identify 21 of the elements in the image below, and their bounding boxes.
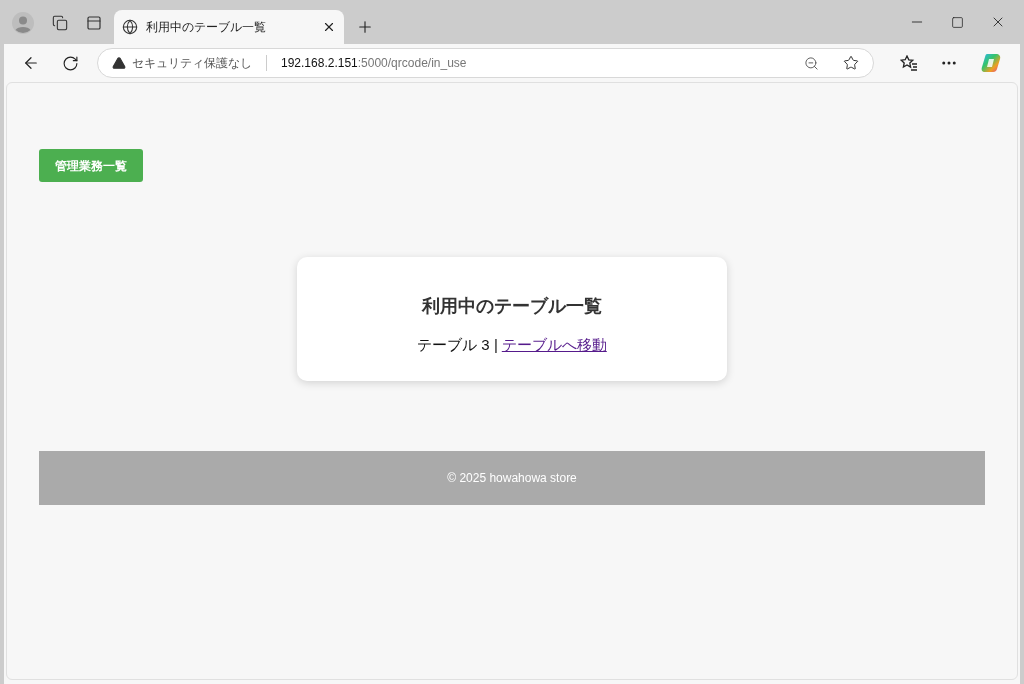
table-link[interactable]: テーブルへ移動: [501, 334, 607, 357]
vertical-tabs-icon[interactable]: [86, 15, 102, 31]
table-label: テーブル 3 |: [417, 335, 498, 355]
new-tab-icon[interactable]: [356, 18, 374, 36]
globe-icon: [122, 19, 138, 35]
url-text: 192.168.2.151:5000/qrcode/in_use: [281, 55, 467, 72]
favorites-list-icon[interactable]: [900, 55, 918, 71]
favorite-star-icon[interactable]: [843, 55, 859, 71]
warning-icon: [112, 56, 126, 70]
maximize-icon[interactable]: [951, 15, 964, 29]
tab-title: 利用中のテーブル一覧: [146, 19, 267, 36]
tab-collections-icon[interactable]: [52, 15, 68, 31]
reload-icon[interactable]: [62, 54, 79, 72]
card-title: 利用中のテーブル一覧: [422, 295, 602, 318]
close-tab-icon[interactable]: [322, 20, 336, 34]
back-icon[interactable]: [22, 54, 40, 72]
copyright-text: © 2025 howahowa store: [447, 469, 577, 487]
browser-tab[interactable]: 利用中のテーブル一覧: [114, 10, 344, 44]
address-bar[interactable]: セキュリティ保護なし 192.168.2.151:5000/qrcode/in_use: [97, 48, 874, 78]
security-label: セキュリティ保護なし: [132, 55, 252, 72]
zoom-out-icon[interactable]: [804, 55, 819, 71]
